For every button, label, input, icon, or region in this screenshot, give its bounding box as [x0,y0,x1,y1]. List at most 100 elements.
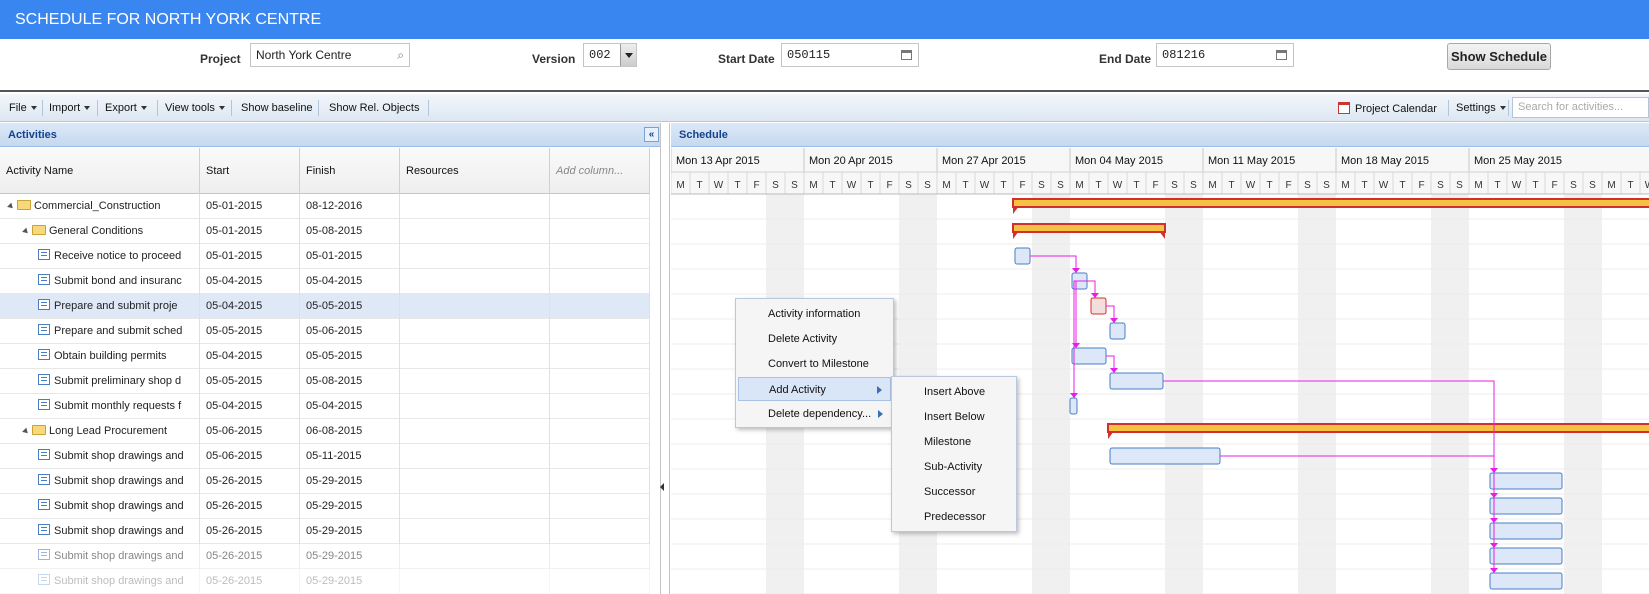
cell-empty[interactable] [400,244,550,269]
cell-activity-name[interactable]: Commercial_Construction [0,194,200,219]
cell-empty[interactable] [550,469,650,494]
table-row[interactable]: Long Lead Procurement 05-06-2015 06-08-201… [0,419,650,444]
cell-empty[interactable] [400,419,550,444]
cell-activity-name[interactable]: Long Lead Procurement [0,419,200,444]
cell-activity-name[interactable]: Submit shop drawings and [0,544,200,569]
cell-start[interactable]: 05-01-2015 [200,194,300,219]
cell-start[interactable]: 05-26-2015 [200,544,300,569]
cell-activity-name[interactable]: Submit shop drawings and [0,569,200,594]
settings-menu[interactable]: Settings [1456,102,1506,114]
add-column-button[interactable]: Add column... [550,148,650,194]
cell-activity-name[interactable]: Submit shop drawings and [0,494,200,519]
cell-start[interactable]: 05-05-2015 [200,369,300,394]
column-activity-name[interactable]: Activity Name [0,148,200,194]
menu-item-delete-dependency[interactable]: Delete dependency... [738,402,891,426]
cell-empty[interactable] [400,569,550,594]
table-row[interactable]: Submit shop drawings and 05-26-2015 05-29-… [0,494,650,519]
cell-start[interactable]: 05-01-2015 [200,219,300,244]
column-finish[interactable]: Finish [300,148,400,194]
show-schedule-button[interactable]: Show Schedule [1447,43,1551,70]
cell-finish[interactable]: 05-29-2015 [300,469,400,494]
cell-start[interactable]: 05-06-2015 [200,419,300,444]
splitter-arrow-icon[interactable] [660,483,664,491]
menu-item-successor[interactable]: Successor [894,480,1014,504]
cell-finish[interactable]: 05-29-2015 [300,494,400,519]
cell-empty[interactable] [550,319,650,344]
cell-finish[interactable]: 05-05-2015 [300,344,400,369]
cell-empty[interactable] [400,319,550,344]
cell-start[interactable]: 05-05-2015 [200,319,300,344]
cell-start[interactable]: 05-04-2015 [200,344,300,369]
calendar-icon[interactable] [901,50,912,60]
table-row[interactable]: Submit shop drawings and 05-26-2015 05-29-… [0,569,650,594]
search-icon[interactable]: ⌕ [397,44,404,66]
table-row[interactable]: Receive notice to proceed 05-01-2015 05-01… [0,244,650,269]
cell-finish[interactable]: 05-08-2015 [300,369,400,394]
cell-empty[interactable] [550,444,650,469]
view-tools-menu[interactable]: View tools [165,102,225,114]
cell-empty[interactable] [400,369,550,394]
cell-empty[interactable] [400,519,550,544]
cell-empty[interactable] [400,344,550,369]
menu-item-predecessor[interactable]: Predecessor [894,505,1014,529]
table-row[interactable]: General Conditions 05-01-2015 05-08-2015 [0,219,650,244]
table-row[interactable]: Prepare and submit proje 05-04-2015 05-05-… [0,294,650,319]
cell-activity-name[interactable]: Submit preliminary shop d [0,369,200,394]
cell-empty[interactable] [550,544,650,569]
cell-empty[interactable] [550,294,650,319]
menu-item-convert-to-milestone[interactable]: Convert to Milestone [738,352,891,376]
menu-item-add-activity[interactable]: Add Activity [738,377,891,401]
show-baseline-button[interactable]: Show baseline [241,102,313,114]
import-menu[interactable]: Import [49,102,91,114]
menu-item-activity-information[interactable]: Activity information [738,302,891,326]
cell-empty[interactable] [550,369,650,394]
expand-toggle-icon[interactable] [22,227,30,236]
cell-activity-name[interactable]: Submit bond and insuranc [0,269,200,294]
cell-empty[interactable] [400,294,550,319]
cell-start[interactable]: 05-01-2015 [200,244,300,269]
cell-empty[interactable] [550,519,650,544]
project-calendar-button[interactable]: Project Calendar [1338,102,1437,115]
cell-finish[interactable]: 05-01-2015 [300,244,400,269]
cell-start[interactable]: 05-06-2015 [200,444,300,469]
table-row[interactable]: Submit shop drawings and 05-26-2015 05-29-… [0,469,650,494]
cell-activity-name[interactable]: Submit shop drawings and [0,519,200,544]
export-menu[interactable]: Export [105,102,147,114]
cell-finish[interactable]: 05-29-2015 [300,519,400,544]
version-select[interactable]: 002 [583,43,637,67]
cell-activity-name[interactable]: Submit shop drawings and [0,444,200,469]
cell-activity-name[interactable]: Prepare and submit sched [0,319,200,344]
menu-item-sub-activity[interactable]: Sub-Activity [894,455,1014,479]
cell-activity-name[interactable]: Obtain building permits [0,344,200,369]
cell-start[interactable]: 05-04-2015 [200,394,300,419]
cell-activity-name[interactable]: General Conditions [0,219,200,244]
cell-finish[interactable]: 08-12-2016 [300,194,400,219]
table-row[interactable]: Submit preliminary shop d 05-05-2015 05-08… [0,369,650,394]
cell-start[interactable]: 05-26-2015 [200,569,300,594]
cell-finish[interactable]: 05-06-2015 [300,319,400,344]
cell-activity-name[interactable]: Prepare and submit proje [0,294,200,319]
menu-item-milestone[interactable]: Milestone [894,430,1014,454]
menu-item-insert-above[interactable]: Insert Above [894,380,1014,404]
cell-empty[interactable] [400,394,550,419]
cell-finish[interactable]: 05-04-2015 [300,269,400,294]
cell-empty[interactable] [400,194,550,219]
cell-empty[interactable] [550,194,650,219]
cell-empty[interactable] [400,219,550,244]
activity-search-input[interactable]: Search for activities... [1512,97,1649,118]
calendar-icon[interactable] [1276,50,1287,60]
cell-empty[interactable] [400,469,550,494]
cell-empty[interactable] [550,219,650,244]
cell-empty[interactable] [400,444,550,469]
cell-empty[interactable] [550,419,650,444]
menu-item-insert-below[interactable]: Insert Below [894,405,1014,429]
cell-empty[interactable] [550,344,650,369]
table-row[interactable]: Obtain building permits 05-04-2015 05-05-2… [0,344,650,369]
cell-empty[interactable] [400,269,550,294]
cell-finish[interactable]: 06-08-2015 [300,419,400,444]
cell-start[interactable]: 05-26-2015 [200,494,300,519]
collapse-icon[interactable]: « [644,127,659,142]
cell-finish[interactable]: 05-29-2015 [300,569,400,594]
cell-activity-name[interactable]: Submit shop drawings and [0,469,200,494]
cell-start[interactable]: 05-26-2015 [200,519,300,544]
